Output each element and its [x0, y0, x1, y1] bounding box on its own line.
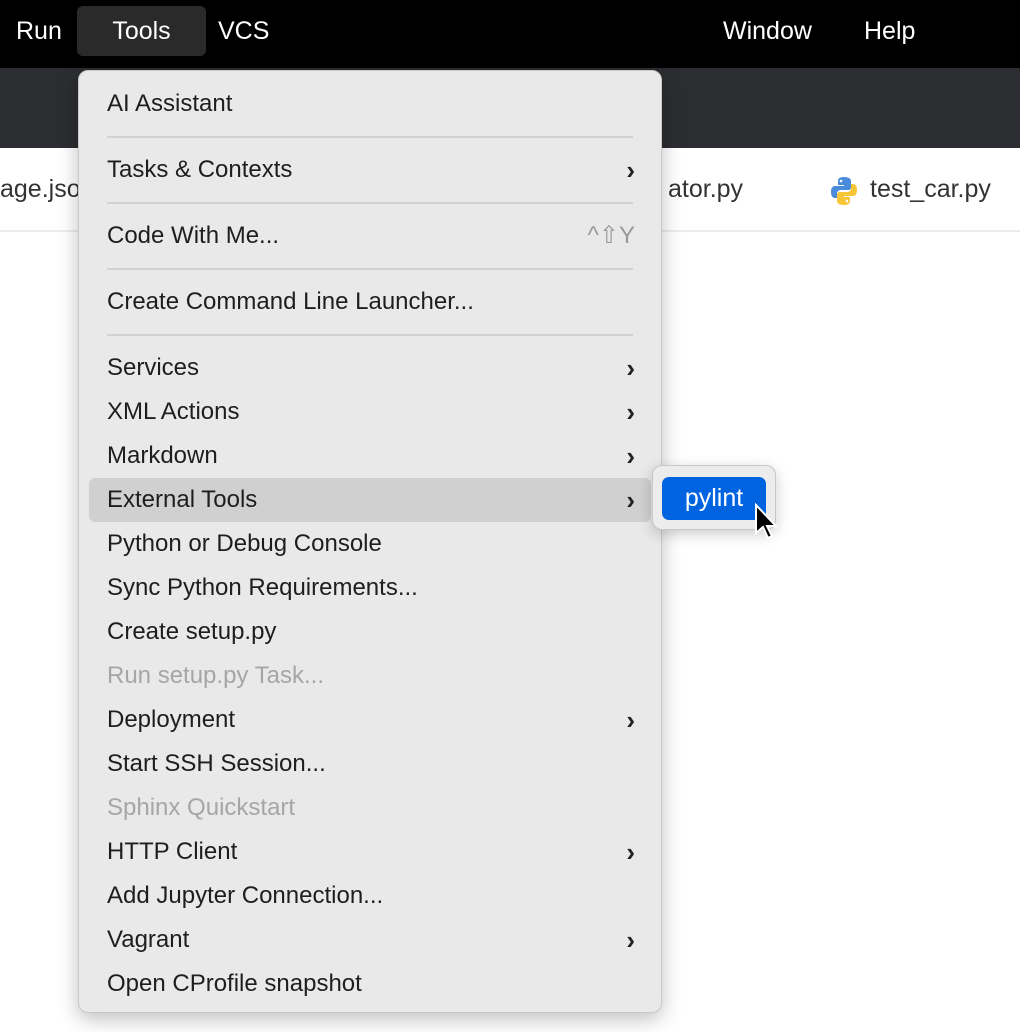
menu-item-label: Tasks & Contexts	[107, 156, 292, 183]
menu-item-label: Code With Me...	[107, 222, 279, 249]
menu-item-label: Start SSH Session...	[107, 750, 326, 777]
menubar-tools[interactable]: Tools	[77, 6, 206, 56]
menu-item-create-cli-launcher[interactable]: Create Command Line Launcher...	[89, 280, 651, 324]
menu-separator	[79, 324, 661, 346]
menu-item-label: Python or Debug Console	[107, 530, 382, 557]
menu-item-label: AI Assistant	[107, 90, 232, 117]
menu-item-label: Add Jupyter Connection...	[107, 882, 383, 909]
menu-separator	[79, 192, 661, 214]
chevron-right-icon: ›	[626, 918, 635, 962]
menu-item-label: Vagrant	[107, 926, 189, 953]
tab-generator[interactable]: ator.py	[668, 175, 743, 204]
menu-item-python-console[interactable]: Python or Debug Console	[89, 522, 651, 566]
menu-item-code-with-me[interactable]: Code With Me... ^⇧Y	[89, 214, 651, 258]
menu-item-services[interactable]: Services ›	[89, 346, 651, 390]
menubar-window[interactable]: Window	[707, 6, 828, 56]
menu-item-create-setup[interactable]: Create setup.py	[89, 610, 651, 654]
menu-item-external-tools[interactable]: External Tools ›	[89, 478, 651, 522]
chevron-right-icon: ›	[626, 830, 635, 874]
menu-item-label: Services	[107, 354, 199, 381]
menu-item-label: Sphinx Quickstart	[107, 794, 295, 821]
menu-item-add-jupyter[interactable]: Add Jupyter Connection...	[89, 874, 651, 918]
menu-item-label: Run setup.py Task...	[107, 662, 324, 689]
menu-item-http-client[interactable]: HTTP Client ›	[89, 830, 651, 874]
menu-item-markdown[interactable]: Markdown ›	[89, 434, 651, 478]
submenu-item-pylint[interactable]: pylint	[662, 477, 766, 520]
menu-item-label: HTTP Client	[107, 838, 237, 865]
chevron-right-icon: ›	[626, 434, 635, 478]
menubar-help[interactable]: Help	[848, 6, 931, 56]
tab-test-car[interactable]: test_car.py	[870, 175, 991, 204]
python-icon	[830, 176, 858, 213]
menu-item-label: XML Actions	[107, 398, 240, 425]
menu-item-xml-actions[interactable]: XML Actions ›	[89, 390, 651, 434]
menu-item-sync-requirements[interactable]: Sync Python Requirements...	[89, 566, 651, 610]
menu-item-tasks-contexts[interactable]: Tasks & Contexts ›	[89, 148, 651, 192]
tab-json[interactable]: age.jso	[0, 175, 81, 204]
menu-separator	[79, 126, 661, 148]
chevron-right-icon: ›	[626, 390, 635, 434]
tools-menu: AI Assistant Tasks & Contexts › Code With…	[78, 70, 662, 1013]
menu-item-start-ssh[interactable]: Start SSH Session...	[89, 742, 651, 786]
menu-item-open-cprofile[interactable]: Open CProfile snapshot	[89, 962, 651, 1006]
menu-item-ai-assistant[interactable]: AI Assistant	[89, 82, 651, 126]
menu-item-label: Markdown	[107, 442, 218, 469]
chevron-right-icon: ›	[626, 346, 635, 390]
menu-item-sphinx-quickstart: Sphinx Quickstart	[89, 786, 651, 830]
menubar-run[interactable]: Run	[0, 6, 78, 56]
menu-item-label: Open CProfile snapshot	[107, 970, 362, 997]
menu-item-label: Deployment	[107, 706, 235, 733]
menu-item-vagrant[interactable]: Vagrant ›	[89, 918, 651, 962]
menubar-vcs[interactable]: VCS	[202, 6, 285, 56]
menu-item-run-setup-task: Run setup.py Task...	[89, 654, 651, 698]
chevron-right-icon: ›	[626, 148, 635, 192]
chevron-right-icon: ›	[626, 478, 635, 522]
menu-item-label: Sync Python Requirements...	[107, 574, 418, 601]
menu-bar: Run Tools VCS Window Help	[0, 0, 1020, 68]
mouse-cursor-icon	[754, 503, 780, 546]
menu-item-label: Create Command Line Launcher...	[107, 288, 474, 315]
menu-item-label: External Tools	[107, 486, 257, 513]
menu-item-label: Create setup.py	[107, 618, 276, 645]
chevron-right-icon: ›	[626, 698, 635, 742]
menu-item-deployment[interactable]: Deployment ›	[89, 698, 651, 742]
menu-separator	[79, 258, 661, 280]
shortcut-label: ^⇧Y	[588, 214, 635, 258]
